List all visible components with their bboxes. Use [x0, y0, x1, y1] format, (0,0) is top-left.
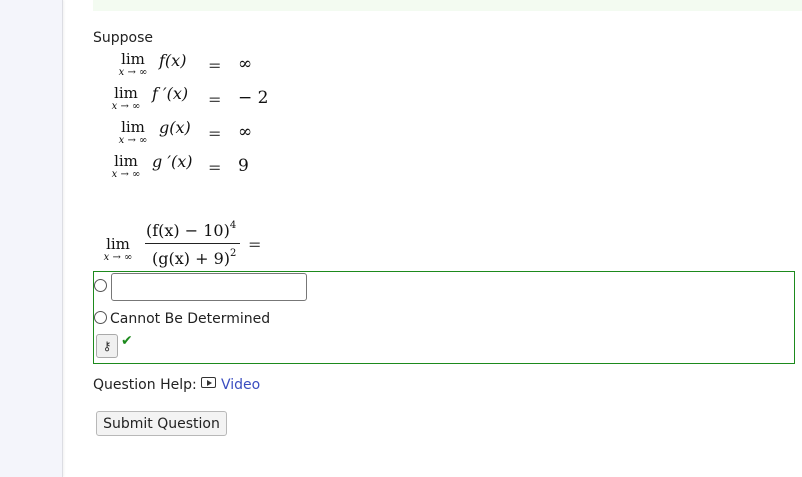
- lim-word: lim: [106, 235, 130, 253]
- numerator-base: (f(x) − 10): [146, 221, 230, 240]
- lim-subscript: x → ∞: [111, 169, 141, 180]
- left-gutter: [0, 0, 63, 477]
- video-link[interactable]: Video: [221, 377, 260, 393]
- fraction-denominator: (g(x) + 9)2: [152, 248, 236, 268]
- lim-operator: lim x → ∞: [98, 236, 138, 263]
- key-icon: ⚷: [102, 339, 112, 353]
- radio-cannot-be-determined[interactable]: [94, 311, 107, 324]
- lim-subscript: x → ∞: [118, 67, 148, 78]
- function-label: g(x): [159, 118, 191, 137]
- lim-operator: lim x → ∞: [113, 51, 153, 78]
- submit-question-button[interactable]: Submit Question: [96, 411, 227, 436]
- limit-value: ∞: [238, 122, 253, 142]
- lim-subscript: x → ∞: [103, 252, 133, 263]
- lim-subscript: x → ∞: [111, 101, 141, 112]
- function-label: f ′(x): [152, 84, 189, 103]
- checkmark-icon: ✔: [121, 333, 133, 349]
- intro-text: Suppose: [93, 30, 154, 46]
- limit-value: 9: [238, 156, 249, 176]
- lim-word: lim: [114, 152, 138, 170]
- denominator-exponent: 2: [230, 248, 237, 259]
- question-help-label: Question Help:: [93, 377, 197, 393]
- equals-sign: =: [208, 124, 222, 143]
- lim-word: lim: [121, 50, 145, 68]
- cannot-be-determined-label[interactable]: Cannot Be Determined: [110, 311, 270, 327]
- lim-word: lim: [114, 84, 138, 102]
- lim-operator: lim x → ∞: [113, 119, 153, 146]
- function-label: g ′(x): [152, 152, 193, 171]
- question-expression: lim x → ∞ (f(x) − 10)4 (g(x) + 9)2 =: [100, 218, 280, 272]
- equals-sign: =: [248, 235, 262, 254]
- radio-numeric-answer[interactable]: [94, 279, 107, 292]
- video-icon[interactable]: [201, 377, 216, 388]
- limit-value: ∞: [238, 54, 253, 74]
- lim-operator: lim x → ∞: [106, 85, 146, 112]
- limit-value: − 2: [238, 88, 269, 108]
- function-label: f(x): [159, 51, 187, 70]
- fraction-numerator: (f(x) − 10)4: [146, 220, 236, 240]
- equals-sign: =: [208, 158, 222, 177]
- denominator-base: (g(x) + 9): [152, 249, 230, 268]
- previous-part-band: [93, 0, 802, 11]
- answer-input[interactable]: [111, 273, 307, 301]
- lim-word: lim: [121, 118, 145, 136]
- equals-sign: =: [208, 90, 222, 109]
- answer-preview-button[interactable]: ⚷: [96, 334, 118, 358]
- numerator-exponent: 4: [229, 220, 237, 231]
- lim-subscript: x → ∞: [118, 135, 148, 146]
- lim-operator: lim x → ∞: [106, 153, 146, 180]
- fraction-bar: [145, 243, 240, 244]
- equals-sign: =: [208, 56, 222, 75]
